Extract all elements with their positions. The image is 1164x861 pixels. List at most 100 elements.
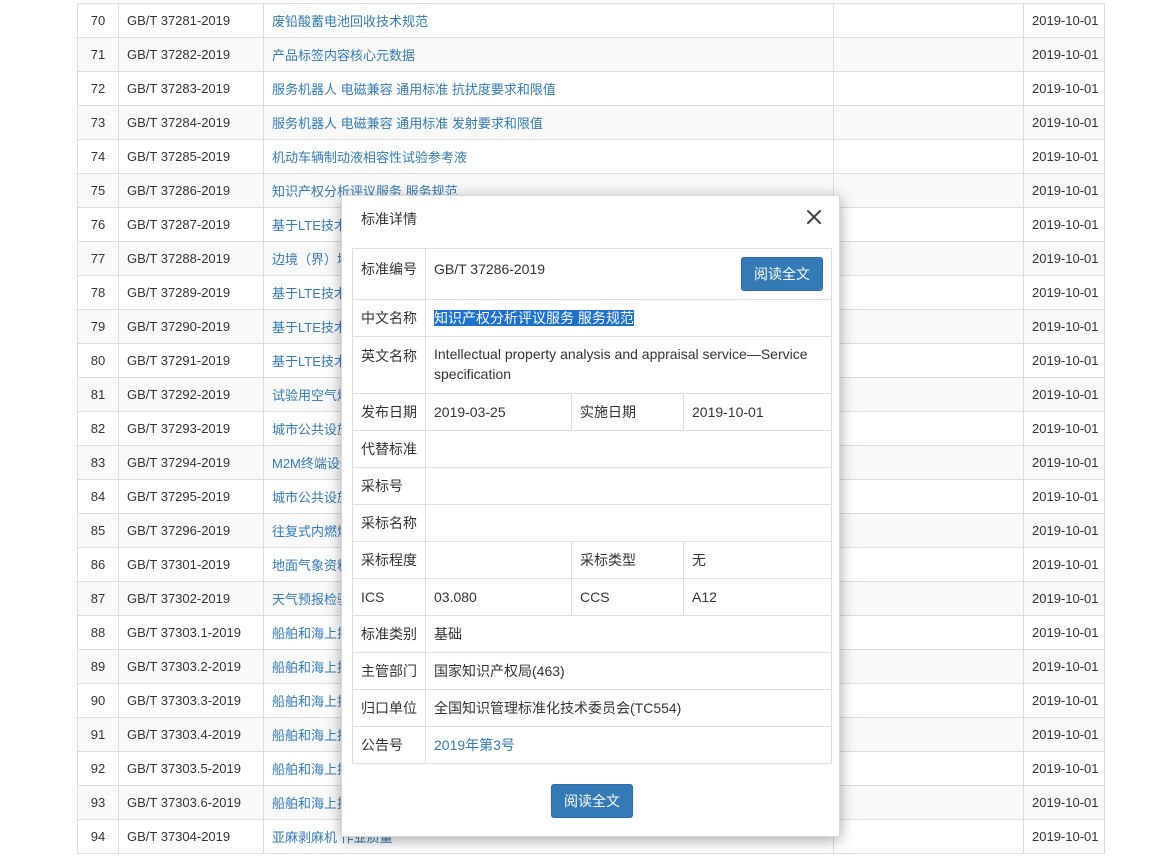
label-code: 标准编号 (352, 248, 426, 300)
row-date: 2019-10-01 (1023, 581, 1105, 616)
value-adopt-type: 无 (682, 541, 833, 579)
row-name-link[interactable]: 城市公共设施 (272, 422, 350, 437)
row-date: 2019-10-01 (1023, 275, 1105, 310)
row-name-link[interactable]: 天气预报检验 (272, 592, 350, 607)
row-name-link[interactable]: 船舶和海上技 (272, 626, 350, 641)
row-name-link[interactable]: 船舶和海上技 (272, 796, 350, 811)
row-date: 2019-10-01 (1023, 71, 1105, 106)
row-code: GB/T 37281-2019 (118, 3, 264, 38)
row-empty-cell (833, 649, 1024, 684)
row-number: 75 (77, 173, 119, 208)
row-name-link[interactable]: 城市公共设施 (272, 490, 350, 505)
row-number: 85 (77, 513, 119, 548)
row-empty-cell (833, 819, 1024, 854)
row-empty-cell (833, 785, 1024, 820)
label-replace: 代替标准 (352, 430, 426, 468)
row-date: 2019-10-01 (1023, 683, 1105, 718)
row-empty-cell (833, 173, 1024, 208)
row-date: 2019-10-01 (1023, 513, 1105, 548)
row-code: GB/T 37290-2019 (118, 309, 264, 344)
value-pub-date: 2019-03-25 (425, 393, 572, 431)
table-row: 70 GB/T 37281-2019 废铅酸蓄电池回收技术规范 2019-10-01 (77, 3, 1105, 38)
row-empty-cell (833, 751, 1024, 786)
row-date: 2019-10-01 (1023, 173, 1105, 208)
row-name-link[interactable]: 船舶和海上技 (272, 660, 350, 675)
row-date: 2019-10-01 (1023, 615, 1105, 650)
row-name-link[interactable]: 基于LTE技术 (272, 286, 347, 301)
row-empty-cell (833, 615, 1024, 650)
row-date: 2019-10-01 (1023, 411, 1105, 446)
row-date: 2019-10-01 (1023, 3, 1105, 38)
row-number: 73 (77, 105, 119, 140)
row-code: GB/T 37296-2019 (118, 513, 264, 548)
row-number: 71 (77, 37, 119, 72)
row-code: GB/T 37287-2019 (118, 207, 264, 242)
row-name-link[interactable]: 机动车辆制动液相容性试验参考液 (272, 150, 467, 165)
row-empty-cell (833, 717, 1024, 752)
row-code: GB/T 37283-2019 (118, 71, 264, 106)
row-empty-cell (833, 37, 1024, 72)
value-dept: 国家知识产权局(463) (424, 652, 833, 690)
row-name-link[interactable]: 地面气象资料 (272, 558, 350, 573)
table-row: 74 GB/T 37285-2019 机动车辆制动液相容性试验参考液 2019-10-… (77, 139, 1105, 174)
label-ccs: CCS (571, 578, 684, 616)
row-code: GB/T 37291-2019 (118, 343, 264, 378)
row-empty-cell (833, 445, 1024, 480)
row-name-link[interactable]: 船舶和海上技 (272, 694, 350, 709)
row-code: GB/T 37303.6-2019 (118, 785, 264, 820)
row-number: 94 (77, 819, 119, 854)
value-cn-name[interactable]: 知识产权分析评议服务 服务规范 (434, 310, 634, 326)
row-date: 2019-10-01 (1023, 139, 1105, 174)
row-code: GB/T 37295-2019 (118, 479, 264, 514)
detail-table: 标准编号 GB/T 37286-2019 阅读全文 中文名称 知识产权分析评议服… (352, 248, 833, 764)
row-code: GB/T 37294-2019 (118, 445, 264, 480)
row-empty-cell (833, 3, 1024, 38)
row-name-link[interactable]: 服务机器人 电磁兼容 通用标准 发射要求和限值 (272, 116, 543, 131)
row-number: 91 (77, 717, 119, 752)
table-row: 72 GB/T 37283-2019 服务机器人 电磁兼容 通用标准 抗扰度要求和限… (77, 71, 1105, 106)
row-name-link[interactable]: 往复式内燃燃 (272, 524, 350, 539)
row-date: 2019-10-01 (1023, 819, 1105, 854)
read-full-text-button-top[interactable]: 阅读全文 (741, 257, 824, 291)
label-unit: 归口单位 (352, 689, 426, 727)
row-name-cell: 机动车辆制动液相容性试验参考液 (263, 139, 834, 174)
row-name-link[interactable]: 产品标签内容核心元数据 (272, 48, 415, 63)
row-empty-cell (833, 343, 1024, 378)
table-row: 73 GB/T 37284-2019 服务机器人 电磁兼容 通用标准 发射要求和限值… (77, 105, 1105, 140)
row-empty-cell (833, 241, 1024, 276)
row-name-link[interactable]: 船舶和海上技 (272, 762, 350, 777)
label-adopt-name: 采标名称 (352, 504, 426, 542)
value-replace (424, 430, 833, 468)
row-name-link[interactable]: 基于LTE技术 (272, 320, 347, 335)
row-name-cell: 产品标签内容核心元数据 (263, 37, 834, 72)
row-empty-cell (833, 377, 1024, 412)
row-number: 83 (77, 445, 119, 480)
row-date: 2019-10-01 (1023, 105, 1105, 140)
row-code: GB/T 37304-2019 (118, 819, 264, 854)
row-name-link[interactable]: 边境（界）地 (272, 252, 350, 267)
row-name-link[interactable]: 废铅酸蓄电池回收技术规范 (272, 14, 428, 29)
row-name-link[interactable]: 船舶和海上技 (272, 728, 350, 743)
close-icon[interactable] (803, 206, 825, 228)
row-code: GB/T 37289-2019 (118, 275, 264, 310)
row-number: 84 (77, 479, 119, 514)
row-name-link[interactable]: 基于LTE技术 (272, 218, 347, 233)
row-number: 93 (77, 785, 119, 820)
notice-link[interactable]: 2019年第3号 (434, 737, 515, 753)
row-name-link[interactable]: 服务机器人 电磁兼容 通用标准 抗扰度要求和限值 (272, 82, 556, 97)
row-name-cell: 服务机器人 电磁兼容 通用标准 发射要求和限值 (263, 105, 834, 140)
read-full-text-button-bottom[interactable]: 阅读全文 (551, 784, 633, 818)
row-empty-cell (833, 581, 1024, 616)
row-code: GB/T 37282-2019 (118, 37, 264, 72)
row-number: 76 (77, 207, 119, 242)
row-number: 82 (77, 411, 119, 446)
row-name-link[interactable]: 试验用空气焓 (272, 388, 350, 403)
row-number: 81 (77, 377, 119, 412)
label-adopt-type: 采标类型 (571, 541, 684, 579)
row-name-link[interactable]: 基于LTE技术 (272, 354, 347, 369)
label-notice: 公告号 (352, 726, 426, 764)
row-empty-cell (833, 683, 1024, 718)
row-number: 87 (77, 581, 119, 616)
value-en-name: Intellectual property analysis and appra… (424, 336, 833, 394)
standard-detail-modal: 标准详情 标准编号 GB/T 37286-2019 阅读全文 中文名称 知识产权… (341, 195, 840, 837)
